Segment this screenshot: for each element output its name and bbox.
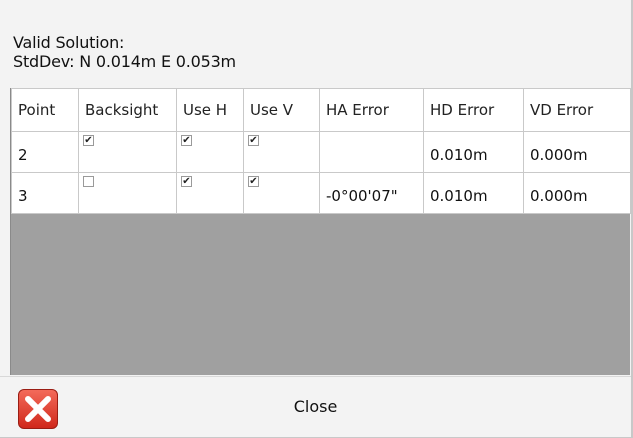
close-button[interactable]: Close — [0, 377, 631, 437]
use-h-checkbox[interactable]: ✔ — [181, 135, 192, 146]
use-h-checkbox[interactable]: ✔ — [181, 176, 192, 187]
use-v-cell: ✔ — [243, 172, 320, 214]
table-row[interactable]: 3 ✔ ✔ -0°00'07" 0.010m 0.000m — [11, 172, 631, 214]
vd-error-cell: 0.000m — [523, 172, 631, 214]
use-h-cell: ✔ — [176, 172, 244, 214]
backsight-cell — [78, 172, 177, 214]
results-table: Point Backsight Use H Use V HA Error HD … — [11, 88, 631, 214]
dialog-window: Valid Solution: StdDev: N 0.014m E 0.053… — [0, 0, 633, 438]
solution-summary: Valid Solution: StdDev: N 0.014m E 0.053… — [0, 0, 631, 85]
col-header-use-h[interactable]: Use H — [176, 88, 244, 132]
solution-status: Valid Solution: — [13, 33, 125, 52]
col-header-use-v[interactable]: Use V — [243, 88, 320, 132]
std-dev-readout: StdDev: N 0.014m E 0.053m — [13, 52, 236, 71]
col-header-backsight[interactable]: Backsight — [78, 88, 177, 132]
ha-error-cell: -0°00'07" — [319, 172, 424, 214]
backsight-checkbox[interactable] — [83, 176, 94, 187]
col-header-ha-error[interactable]: HA Error — [319, 88, 424, 132]
use-v-checkbox[interactable]: ✔ — [248, 135, 259, 146]
hd-error-cell: 0.010m — [423, 172, 524, 214]
col-header-vd-error[interactable]: VD Error — [523, 88, 631, 132]
table-row[interactable]: 2 ✔ ✔ ✔ 0.010m 0.000m — [11, 131, 631, 173]
close-x-icon[interactable] — [18, 389, 58, 429]
backsight-checkbox[interactable]: ✔ — [83, 135, 94, 146]
backsight-cell: ✔ — [78, 131, 177, 173]
ha-error-cell — [319, 131, 424, 173]
use-v-cell: ✔ — [243, 131, 320, 173]
hd-error-cell: 0.010m — [423, 131, 524, 173]
use-h-cell: ✔ — [176, 131, 244, 173]
col-header-point[interactable]: Point — [11, 88, 79, 132]
use-v-checkbox[interactable]: ✔ — [248, 176, 259, 187]
point-cell: 3 — [11, 172, 79, 214]
point-cell: 2 — [11, 131, 79, 173]
col-header-hd-error[interactable]: HD Error — [423, 88, 524, 132]
vd-error-cell: 0.000m — [523, 131, 631, 173]
header-row: Point Backsight Use H Use V HA Error HD … — [11, 88, 631, 132]
results-grid[interactable]: Point Backsight Use H Use V HA Error HD … — [10, 88, 631, 375]
footer-bar: Close — [0, 376, 631, 437]
